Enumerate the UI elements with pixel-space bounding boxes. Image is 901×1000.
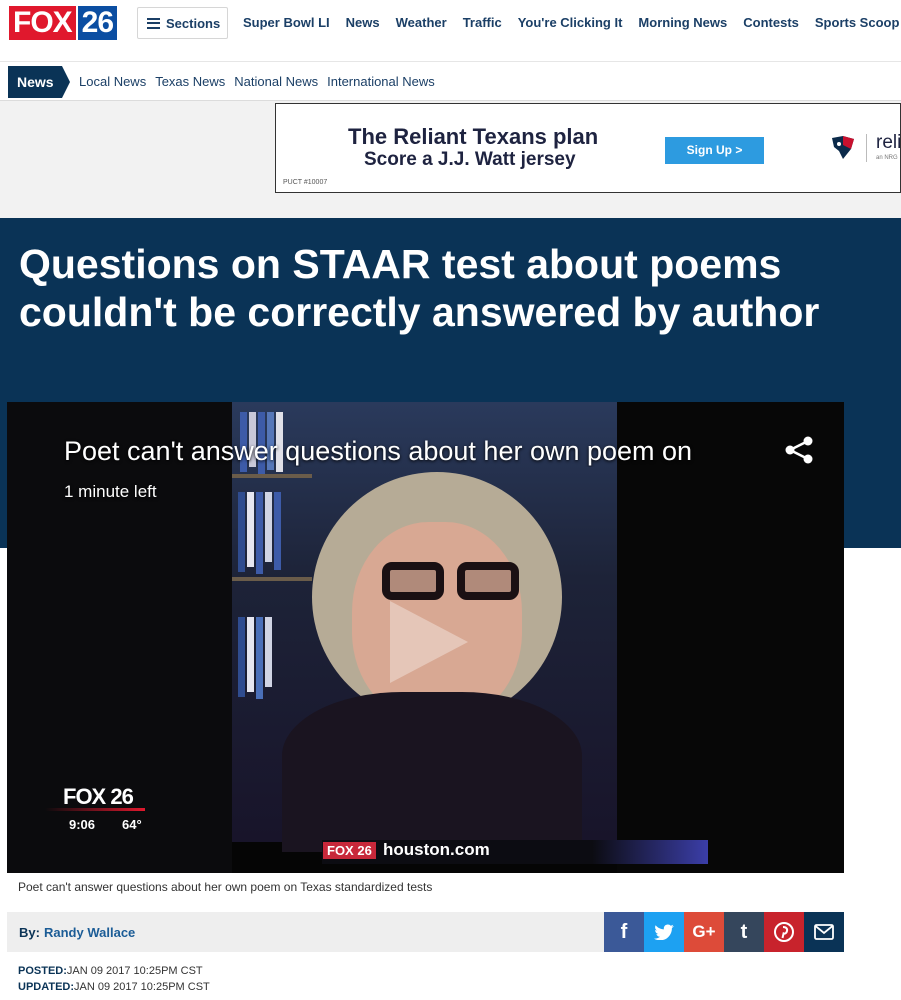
nav-link-super-bowl[interactable]: Super Bowl LI <box>243 15 330 30</box>
nav-link-news[interactable]: News <box>346 15 380 30</box>
facebook-icon: f <box>620 920 628 943</box>
nav-link-morning-news[interactable]: Morning News <box>638 15 727 30</box>
channel-bug-line <box>45 808 145 811</box>
subnav-link-national-news[interactable]: National News <box>234 74 318 89</box>
logo-number-text: 26 <box>75 6 118 40</box>
channel-bug-time: 9:06 <box>69 817 96 832</box>
pinterest-icon <box>774 922 794 942</box>
email-icon <box>814 924 834 940</box>
byline-bar: By: Randy Wallace <box>7 912 604 952</box>
fox26-logo[interactable]: FOX 26 <box>9 6 129 40</box>
pinterest-share-button[interactable] <box>764 912 804 952</box>
updated-label: UPDATED: <box>18 981 75 993</box>
nav-link-contests[interactable]: Contests <box>743 15 799 30</box>
social-share-bar: f G+ t <box>604 912 844 952</box>
nav-link-traffic[interactable]: Traffic <box>463 15 502 30</box>
ad-signup-button[interactable]: Sign Up > <box>665 137 764 164</box>
updated-value: JAN 09 2017 10:25PM CST <box>74 981 210 993</box>
email-share-button[interactable] <box>804 912 844 952</box>
posted-date: POSTED:JAN 09 2017 10:25PM CST <box>18 965 203 977</box>
logo-fox-text: FOX <box>9 6 76 40</box>
ad-subheadline: Score a J.J. Watt jersey <box>364 149 576 170</box>
subnav-links: Local News Texas News National News Inte… <box>79 74 435 89</box>
glasses-right <box>457 562 519 600</box>
ad-brand-subtext: an NRG <box>876 155 898 161</box>
video-time-left: 1 minute left <box>64 482 157 501</box>
glasses-left <box>382 562 444 600</box>
twitter-share-button[interactable] <box>644 912 684 952</box>
ad-disclaimer: PUCT #10007 <box>283 179 328 186</box>
channel-bug-logo: FOX 26 <box>63 784 134 809</box>
bookshelf-books-2 <box>238 492 281 574</box>
lower-third-bar <box>322 840 708 864</box>
channel-bug-temp: 64° <box>122 817 142 832</box>
main-nav: Super Bowl LI News Weather Traffic You'r… <box>243 15 899 30</box>
video-player[interactable]: Poet can't answer questions about her ow… <box>7 402 844 873</box>
texans-logo-icon <box>832 136 854 159</box>
ad-brand-text: reli <box>876 132 901 153</box>
tumblr-share-button[interactable]: t <box>724 912 764 952</box>
subnav-link-local-news[interactable]: Local News <box>79 74 146 89</box>
lower-third-site: houston.com <box>383 840 490 859</box>
google-plus-share-button[interactable]: G+ <box>684 912 724 952</box>
ad-headline: The Reliant Texans plan <box>348 124 599 149</box>
updated-date: UPDATED:JAN 09 2017 10:25PM CST <box>18 981 210 993</box>
play-icon[interactable] <box>384 597 474 687</box>
subnav-link-international-news[interactable]: International News <box>327 74 435 89</box>
posted-value: JAN 09 2017 10:25PM CST <box>66 965 203 977</box>
article-headline: Questions on STAAR test about poems coul… <box>19 241 820 335</box>
person-body <box>282 692 582 852</box>
bookshelf-books-3 <box>238 617 272 699</box>
nav-link-weather[interactable]: Weather <box>396 15 447 30</box>
top-navbar: FOX 26 Sections Super Bowl LI News Weath… <box>0 0 901 47</box>
sections-button[interactable]: Sections <box>137 7 228 39</box>
google-plus-icon: G+ <box>692 922 716 941</box>
lower-third-fox: FOX 26 <box>323 842 376 859</box>
facebook-share-button[interactable]: f <box>604 912 644 952</box>
posted-label: POSTED: <box>18 965 67 977</box>
bookshelf <box>232 474 312 478</box>
share-icon[interactable] <box>782 435 816 465</box>
nav-link-sports-scoop[interactable]: Sports Scoop <box>815 15 900 30</box>
section-tag-news[interactable]: News <box>8 66 70 98</box>
hamburger-icon <box>147 17 160 29</box>
sections-label: Sections <box>166 15 221 31</box>
author-link[interactable]: Randy Wallace <box>44 925 135 940</box>
subnav-link-texas-news[interactable]: Texas News <box>155 74 225 89</box>
banner-ad[interactable]: The Reliant Texans plan Score a J.J. Wat… <box>275 103 901 193</box>
bookshelf-2 <box>232 577 312 581</box>
section-subnav: News Local News Texas News National News… <box>0 61 901 101</box>
tumblr-icon: t <box>740 920 748 943</box>
nav-link-youre-clicking-it[interactable]: You're Clicking It <box>518 15 623 30</box>
video-caption: Poet can't answer questions about her ow… <box>18 880 433 894</box>
video-title: Poet can't answer questions about her ow… <box>64 436 693 466</box>
byline-prefix: By: <box>19 925 40 940</box>
ad-divider <box>866 134 867 162</box>
video-right-panel <box>617 402 844 873</box>
twitter-icon <box>654 924 674 940</box>
